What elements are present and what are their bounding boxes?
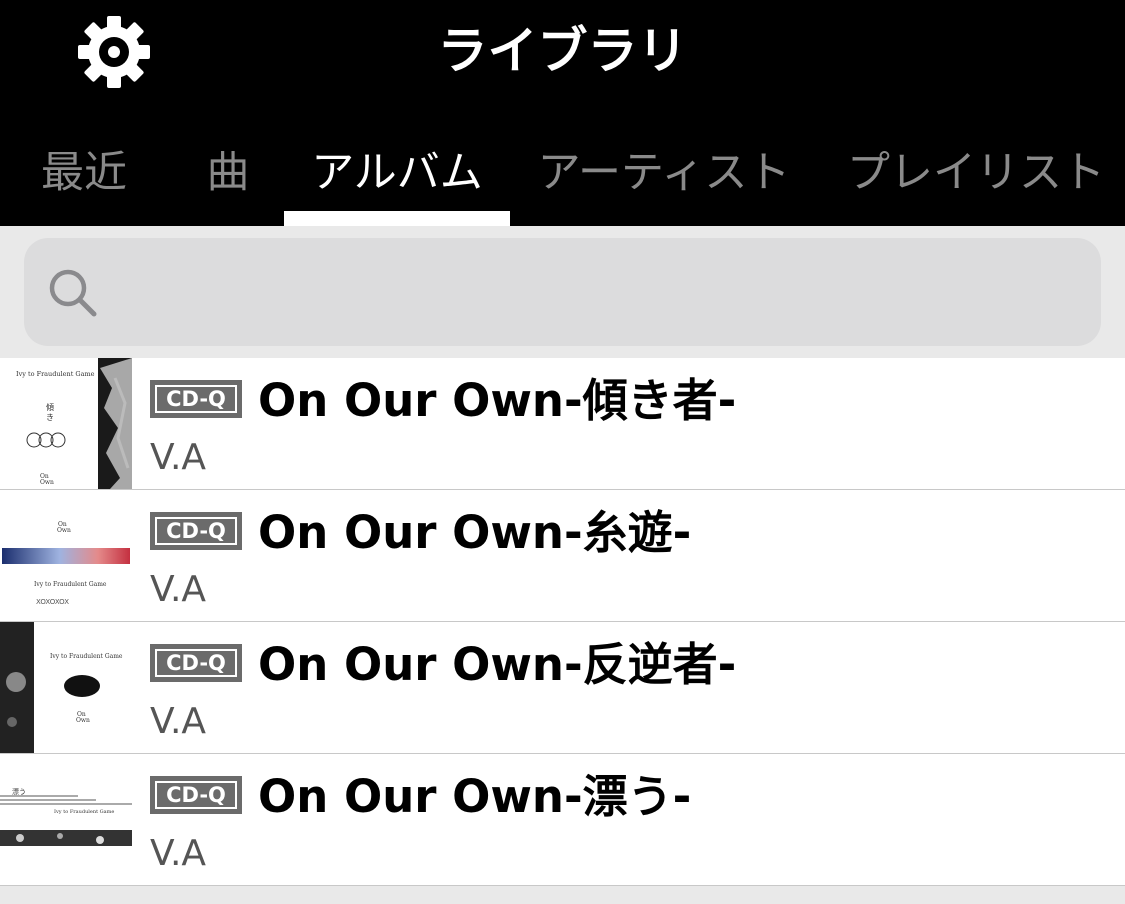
svg-text:XOXOXOX: XOXOXOX: [36, 598, 69, 606]
cd-quality-badge: CD-Q: [150, 380, 242, 418]
album-title: On Our Own-糸遊-: [258, 506, 692, 559]
album-artwork: Ivy to Fraudulent Game On Own: [0, 622, 132, 753]
search-bar[interactable]: [24, 238, 1101, 348]
artwork-text: Ivy to Fraudulent Game: [34, 581, 107, 588]
artwork-text: Ivy to Fraudulent Game: [16, 370, 95, 378]
album-artist: V.A: [150, 437, 207, 478]
album-row[interactable]: On Own Ivy to Fraudulent Game XOXOXOX CD…: [0, 490, 1125, 622]
svg-text:Own: Own: [57, 527, 71, 534]
tab-artists[interactable]: アーティスト: [526, 138, 802, 226]
active-tab-indicator: [284, 211, 510, 226]
album-title: On Our Own-漂う-: [258, 770, 692, 823]
cd-quality-badge: CD-Q: [150, 776, 242, 814]
album-row[interactable]: Ivy to Fraudulent Game 傾 き On Own CD-Q O…: [0, 358, 1125, 490]
album-artist: V.A: [150, 833, 207, 874]
tab-recent[interactable]: 最近: [28, 138, 140, 226]
svg-text:漂う: 漂う: [12, 787, 26, 796]
artwork-text: Ivy to Fraudulent Game: [54, 809, 114, 815]
search-area: [0, 226, 1125, 358]
album-artist: V.A: [150, 701, 207, 742]
search-icon: [49, 269, 97, 317]
album-title: On Our Own-傾き者-: [258, 374, 737, 427]
album-row[interactable]: Ivy to Fraudulent Game On Own CD-Q On Ou…: [0, 622, 1125, 754]
header-bar: ライブラリ 最近 曲 アルバム アーティスト プレイリスト: [0, 0, 1125, 226]
svg-text:Own: Own: [40, 479, 54, 486]
album-list: Ivy to Fraudulent Game 傾 き On Own CD-Q O…: [0, 358, 1125, 886]
album-artwork: 漂う Ivy to Fraudulent Game: [0, 754, 132, 885]
svg-text:Own: Own: [76, 717, 90, 724]
artwork-text: Ivy to Fraudulent Game: [50, 653, 123, 660]
search-input[interactable]: [114, 238, 1078, 348]
tab-songs[interactable]: 曲: [190, 138, 266, 226]
tab-bar: 最近 曲 アルバム アーティスト プレイリスト: [0, 138, 1125, 226]
album-title: On Our Own-反逆者-: [258, 638, 737, 691]
album-artwork: Ivy to Fraudulent Game 傾 き On Own: [0, 358, 132, 489]
cd-quality-badge: CD-Q: [150, 512, 242, 550]
tab-playlists[interactable]: プレイリスト: [838, 138, 1114, 226]
page-title: ライブラリ: [437, 22, 688, 80]
svg-text:傾: 傾: [46, 403, 54, 412]
album-row[interactable]: 漂う Ivy to Fraudulent Game CD-Q On Our Ow…: [0, 754, 1125, 886]
cd-quality-badge: CD-Q: [150, 644, 242, 682]
album-artwork: On Own Ivy to Fraudulent Game XOXOXOX: [0, 490, 132, 621]
svg-text:き: き: [46, 413, 54, 422]
album-artist: V.A: [150, 569, 207, 610]
